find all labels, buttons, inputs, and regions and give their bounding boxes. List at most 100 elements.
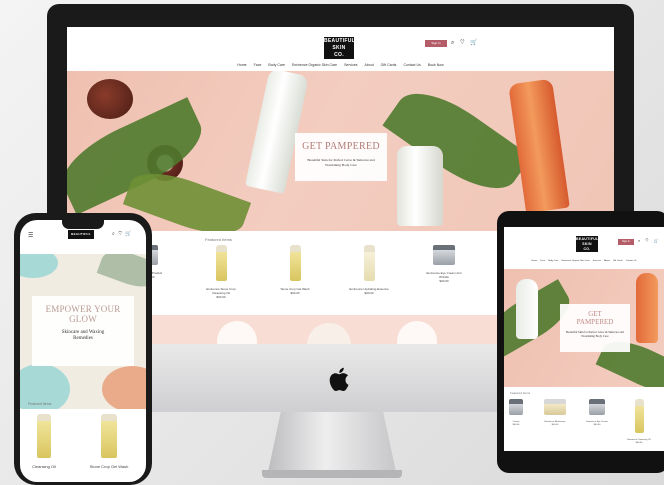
product-card[interactable]: Stone Crop Gel Wash $00.00 (275, 245, 315, 299)
product-card[interactable]: Eminence Stone Crop Cleansing Oil $00.00 (201, 245, 241, 299)
product-image (101, 414, 117, 458)
header-icons[interactable]: ⌕ ♡ 🛒 (451, 39, 480, 47)
hero-title-line: PAMPERED (576, 318, 614, 326)
nav-item[interactable]: Book Now (428, 63, 444, 67)
nav-item[interactable]: Gift Cards (381, 63, 397, 67)
product-price: $00.00 (439, 279, 449, 283)
tablet-screen: BEAUTIFUL SKIN CO. Sign In ⌕ ♡ 🛒 Home Fa… (504, 227, 664, 451)
mangosteen-image (87, 79, 133, 119)
header-icons[interactable]: ⌕ ♡ 🛒 (638, 238, 661, 243)
product-card[interactable]: Eminence Eye Cream $00.00 (582, 399, 612, 445)
nav-item[interactable]: Home (237, 63, 246, 67)
imac-stand (268, 412, 396, 472)
nav-item[interactable]: Face (540, 260, 545, 262)
spa-image (397, 321, 437, 344)
main-nav: Home Face Body Care Eminence Organic Ski… (67, 63, 614, 67)
nav-item[interactable]: Contact Us (626, 260, 637, 262)
nav-item[interactable]: Eminence Organic Skin Care (562, 260, 590, 262)
logo-text: BEAUTIFUL (71, 232, 91, 236)
logo-line-2: SKIN (332, 45, 346, 51)
leaf-image (102, 366, 146, 409)
brand-logo[interactable]: BEAUTIFUL SKIN CO. (324, 37, 356, 59)
hero-title-line: GET (588, 310, 602, 318)
hero-title: EMPOWER YOUR GLOW (32, 296, 134, 324)
nav-item[interactable]: Services (593, 260, 601, 262)
phone-notch (62, 220, 104, 229)
signin-button[interactable]: Sign In (425, 40, 447, 47)
spa-image (217, 321, 257, 344)
product-grid: Cream $00.00 Eminence Moisturizer $00.00… (504, 399, 654, 445)
logo-line-3: CO. (583, 247, 591, 251)
signin-button[interactable]: Sign In (618, 239, 634, 245)
hero-title: GET PAMPERED (302, 141, 380, 152)
product-price: $00.00 (635, 442, 643, 444)
imac-stand-base (262, 470, 402, 478)
nav-item[interactable]: Contact Us (403, 63, 420, 67)
logo-line-3: CO. (334, 52, 344, 58)
product-name: Eminence Eye Cream Anti Wrinkle (426, 271, 462, 279)
product-price: $00.00 (216, 295, 226, 299)
apple-logo-icon (329, 367, 349, 391)
product-bottle-image (397, 146, 443, 226)
product-image (433, 245, 455, 265)
brand-logo[interactable]: BEAUTIFUL SKIN CO. (576, 236, 598, 252)
hero-banner: EMPOWER YOUR GLOW Skincare and Waxing Re… (20, 254, 146, 409)
product-price: $00.00 (593, 424, 601, 426)
site-header: BEAUTIFUL SKIN CO. Sign In ⌕ ♡ 🛒 Home Fa… (67, 27, 614, 71)
phone-screen: ☰ BEAUTIFUL ⌕ ♡ 🛒 EMPOWER YOUR GLOW Skin… (20, 220, 146, 482)
product-image (634, 399, 644, 433)
product-name: Eminence Stone Crop Cleansing Oil (206, 287, 236, 295)
brand-logo[interactable]: BEAUTIFUL (68, 230, 94, 239)
product-image (289, 245, 301, 281)
nav-item[interactable]: Eminence Organic Skin Care (292, 63, 337, 67)
product-image (509, 399, 523, 415)
product-image (37, 414, 51, 458)
header-icons[interactable]: ⌕ ♡ 🛒 (112, 231, 133, 237)
hero-card: EMPOWER YOUR GLOW Skincare and Waxing Re… (32, 296, 134, 366)
product-card[interactable]: Cream $00.00 (504, 399, 528, 445)
nav-item[interactable]: About (604, 260, 610, 262)
product-card[interactable]: Eminence Cleansing Oil $00.00 (624, 399, 654, 445)
hero-subtitle: Beautiful Skin for Perfect Glow & Skinca… (566, 330, 624, 338)
product-bottle-image (508, 78, 570, 214)
product-grid: Eminence Product $00.00 Eminence Stone C… (133, 245, 541, 299)
nav-item[interactable]: Face (254, 63, 262, 67)
product-card[interactable]: Cleansing Oil (24, 414, 64, 469)
hero-title-line: GLOW (69, 314, 97, 324)
leaf-image (96, 254, 146, 294)
logo-line-1: BEAUTIFUL (324, 38, 356, 44)
product-image (215, 245, 227, 281)
product-image (544, 399, 566, 415)
featured-items-heading: Featured Items (510, 391, 531, 395)
main-nav: Home Face Body Care Eminence Organic Ski… (504, 260, 664, 262)
product-card[interactable]: Stone Crop Gel Wash (84, 414, 134, 469)
leaf-image (20, 254, 58, 278)
featured-items-heading: Featured Items (205, 237, 232, 242)
nav-item[interactable]: Services (344, 63, 357, 67)
product-card[interactable]: Eminence Moisturizer $00.00 (540, 399, 570, 445)
nav-item[interactable]: Gift Cards (613, 260, 623, 262)
hero-subtitle-line: Remedies (73, 336, 93, 341)
product-card[interactable]: Eminence Eye Cream Anti Wrinkle $00.00 (423, 245, 465, 299)
product-price: $00.00 (551, 424, 559, 426)
nav-item[interactable]: Home (531, 260, 537, 262)
featured-items-heading: Featured Items (28, 402, 52, 406)
hero-banner: GET PAMPERED Beautiful Skin for Perfect … (504, 269, 664, 387)
product-grid: Cleansing Oil Stone Crop Gel Wash (24, 414, 134, 469)
menu-icon[interactable]: ☰ (28, 232, 33, 239)
spa-image (307, 323, 351, 344)
hero-title: GET PAMPERED (560, 304, 630, 326)
product-price: $00.00 (364, 291, 374, 295)
product-image (363, 245, 375, 281)
product-price: $00.00 (290, 291, 300, 295)
nav-item[interactable]: About (365, 63, 374, 67)
hero-card: GET PAMPERED Beautiful Skin for Perfect … (295, 133, 387, 181)
product-card[interactable]: Eminence Hydrating Essence $00.00 (349, 245, 389, 299)
hero-card: GET PAMPERED Beautiful Skin for Perfect … (560, 304, 630, 352)
product-name: Stone Crop Gel Wash (89, 464, 129, 469)
hero-subtitle: Skincare and Waxing Remedies (32, 330, 134, 342)
product-bottle-image (516, 279, 538, 339)
nav-item[interactable]: Body Care (548, 260, 558, 262)
product-image (589, 399, 605, 415)
nav-item[interactable]: Body Care (268, 63, 285, 67)
